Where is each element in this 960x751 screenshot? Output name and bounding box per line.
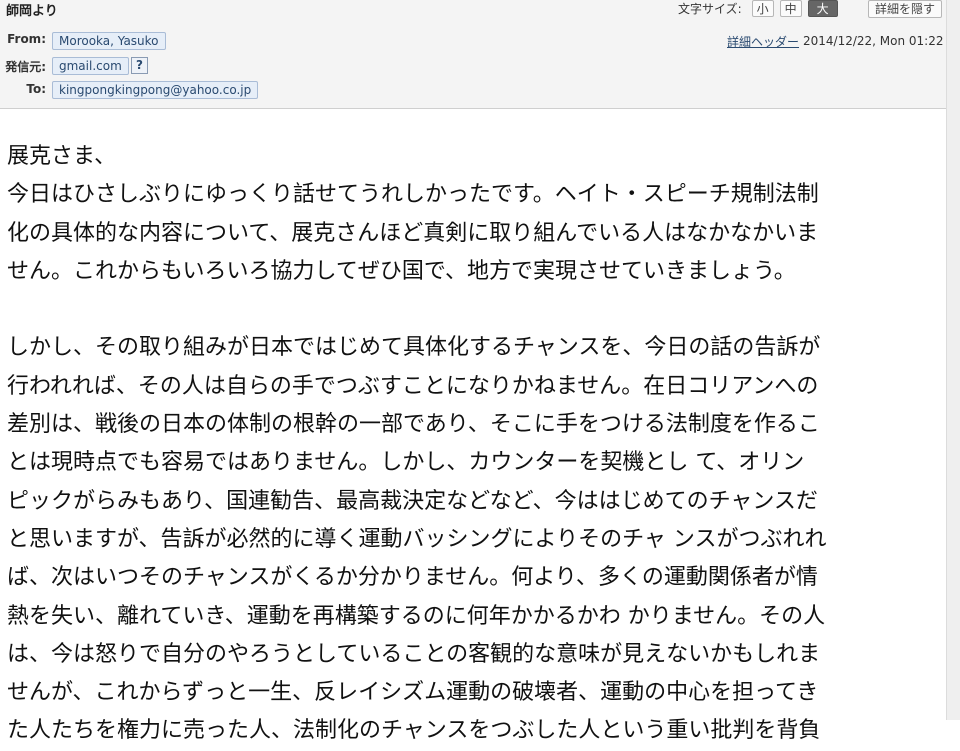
help-icon[interactable]: ? bbox=[131, 57, 148, 74]
body-line: しかし、その取り組みが日本ではじめて具体化するチャンスを、今日の話の告訴が bbox=[7, 335, 821, 361]
body-line: 行われれば、その人は自らの手でつぶすことになりかねません。在日コリアンへの bbox=[7, 373, 819, 399]
message-header: 師岡より 文字サイズ: 小 中 大 詳細を隠す From: Morooka, Y… bbox=[0, 0, 946, 109]
body-line: とは現時点でも容易ではありません。しかし、カウンターを契機とし て、オリン bbox=[7, 450, 805, 476]
sender-domain-chip[interactable]: gmail.com bbox=[52, 57, 129, 75]
from-address-chip[interactable]: Morooka, Yasuko bbox=[52, 32, 166, 50]
font-size-label: 文字サイズ: bbox=[678, 2, 742, 16]
body-line: 展克さま、 bbox=[7, 144, 117, 169]
body-line: 差別は、戦後の日本の体制の根幹の一部であり、そこに手をつける法制度を作るこ bbox=[7, 412, 820, 438]
body-line: せん。これからもいろいろ協力してぜひ国で、地方で実現させていきましょう。 bbox=[7, 258, 796, 284]
hide-details-button[interactable]: 詳細を隠す bbox=[868, 0, 943, 18]
body-line: と思いますが、告訴が必然的に導く運動バッシングによりそのチャ ンスがつぶれれ bbox=[7, 526, 827, 552]
from-label: From: bbox=[7, 32, 46, 46]
font-size-large-button[interactable]: 大 bbox=[807, 0, 838, 17]
message-date: 2014/12/22, Mon 01:22 bbox=[803, 34, 944, 48]
message-subject: 師岡より bbox=[6, 4, 58, 19]
body-line: 化の具体的な内容について、展克さんほど真剣に取り組んでいる人はなかなかいま bbox=[7, 220, 819, 246]
body-line: せんが、これからずっと一生、反レイシズム運動の破壊者、運動の中心を担ってき bbox=[7, 680, 819, 706]
body-line: ば、次はいつそのチャンスがくるか分かりません。何より、多くの運動関係者が情 bbox=[7, 565, 818, 591]
vertical-scrollbar[interactable] bbox=[946, 0, 960, 720]
to-address-chip[interactable]: kingpongkingpong@yahoo.co.jp bbox=[52, 81, 259, 99]
body-line: た人たちを権力に売った人、法制化のチャンスをつぶした人という重い批判を背負 bbox=[7, 718, 821, 744]
sender-label: 発信元: bbox=[5, 60, 46, 74]
body-line: 熱を失い、離れていき、運動を再構築するのに何年かかるかわ かりません。その人 bbox=[7, 603, 826, 629]
to-label: To: bbox=[26, 82, 46, 96]
font-size-small-button[interactable]: 小 bbox=[751, 0, 774, 17]
body-line: は、今は怒りで自分のやろうとしていることの客観的な意味が見えないかもしれま bbox=[7, 641, 821, 667]
font-size-control: 文字サイズ: 小 中 大 bbox=[678, 0, 838, 17]
body-line: ピックがらみもあり、国連勧告、最高裁決定などなど、今ははじめてのチャンスだ bbox=[7, 488, 818, 514]
message-body: 展克さま、 今日はひさしぶりにゆっくり話せてうれしかったです。ヘイト・スピーチ規… bbox=[7, 138, 919, 751]
detail-header-link[interactable]: 詳細ヘッダー bbox=[727, 33, 799, 50]
body-line: 今日はひさしぶりにゆっくり話せてうれしかったです。ヘイト・スピーチ規制法制 bbox=[7, 182, 819, 208]
font-size-medium-button[interactable]: 中 bbox=[779, 0, 802, 17]
